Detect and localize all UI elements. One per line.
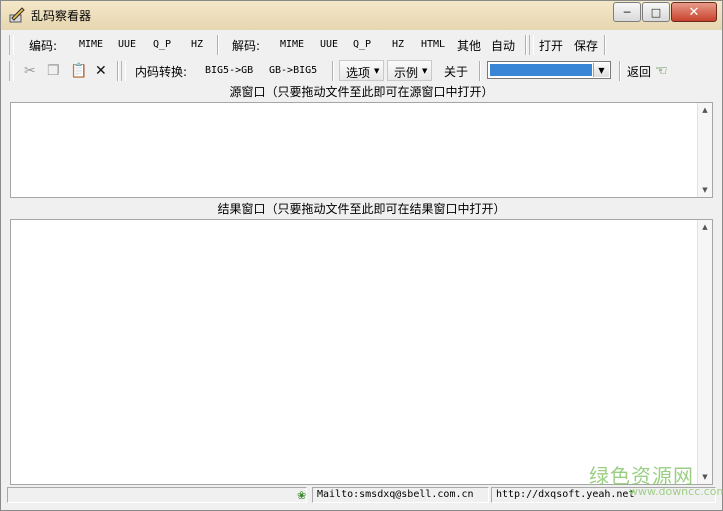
chevron-down-icon[interactable]: ▼ xyxy=(593,63,609,77)
minimize-icon: ─ xyxy=(623,5,631,19)
close-icon: ✕ xyxy=(688,4,700,20)
charset-combobox[interactable]: ▼ xyxy=(487,61,611,79)
encode-toolbar: 编码: MIME UUE Q_P HZ 解码: MIME UUE Q_P HZ … xyxy=(7,32,716,58)
decode-mime-button[interactable]: MIME xyxy=(280,39,304,50)
toolbar-grip[interactable] xyxy=(529,35,534,55)
encode-qp-button[interactable]: Q_P xyxy=(153,39,171,50)
big5-to-gb-button[interactable]: BIG5->GB xyxy=(205,65,253,76)
maximize-button[interactable]: □ xyxy=(642,2,670,22)
examples-dropdown[interactable]: 示例 ▼ xyxy=(387,60,432,81)
decode-uue-button[interactable]: UUE xyxy=(320,39,338,50)
x-icon[interactable]: ✕ xyxy=(95,63,107,79)
toolbar-separator xyxy=(117,61,119,81)
source-scrollbar[interactable]: ▲ ▼ xyxy=(697,103,712,197)
toolbar-grip[interactable] xyxy=(9,61,14,81)
result-pane-header: 结果窗口（只要拖动文件至此即可在结果窗口中打开） xyxy=(217,202,506,216)
status-mail[interactable]: Mailto:smsdxq@sbell.com.cn xyxy=(312,487,489,503)
decode-html-button[interactable]: HTML xyxy=(421,39,445,50)
back-button[interactable]: 返回 xyxy=(627,63,651,80)
paste-icon[interactable]: 📋 xyxy=(70,63,87,79)
toolbar-grip[interactable] xyxy=(121,61,126,81)
app-window: 乱码察看器 ─ □ ✕ 编码: MIME UUE Q_P HZ 解码: MIME… xyxy=(0,0,723,511)
toolbar-separator xyxy=(619,61,621,81)
about-button[interactable]: 关于 xyxy=(444,63,468,80)
maximize-icon: □ xyxy=(650,5,662,19)
save-button[interactable]: 保存 xyxy=(574,37,598,54)
toolbar-grip[interactable] xyxy=(9,35,14,55)
other-button[interactable]: 其他 xyxy=(457,37,481,54)
scroll-up-icon[interactable]: ▲ xyxy=(698,220,712,234)
open-button[interactable]: 打开 xyxy=(539,37,563,54)
examples-label: 示例 xyxy=(394,66,419,80)
chevron-down-icon: ▼ xyxy=(374,67,380,75)
convert-label: 内码转换: xyxy=(135,65,188,79)
close-button[interactable]: ✕ xyxy=(671,2,717,22)
pointing-hand-icon[interactable]: ☜ xyxy=(655,63,668,79)
toolbar-separator xyxy=(217,35,219,55)
encode-hz-button[interactable]: HZ xyxy=(191,39,203,50)
encode-uue-button[interactable]: UUE xyxy=(118,39,136,50)
scroll-down-icon[interactable]: ▼ xyxy=(698,183,712,197)
scroll-down-icon[interactable]: ▼ xyxy=(698,470,712,484)
copy-icon[interactable]: ❐ xyxy=(47,63,60,79)
toolbar-separator xyxy=(525,35,527,55)
title-bar[interactable]: 乱码察看器 ─ □ ✕ xyxy=(1,1,722,30)
decode-qp-button[interactable]: Q_P xyxy=(353,39,371,50)
leaf-icon: ❀ xyxy=(297,489,307,502)
combo-selection xyxy=(490,64,592,76)
toolbar-separator xyxy=(332,61,334,81)
scissors-icon[interactable]: ✂ xyxy=(24,63,36,79)
encode-mime-button[interactable]: MIME xyxy=(79,39,103,50)
app-pencil-icon xyxy=(9,7,25,23)
chevron-down-icon: ▼ xyxy=(422,67,428,75)
result-textarea[interactable]: ▲ ▼ xyxy=(10,219,713,485)
source-textarea[interactable]: ▲ ▼ xyxy=(10,102,713,198)
watermark-site: www.downcc.com xyxy=(629,485,723,498)
options-label: 选项 xyxy=(346,66,371,80)
decode-hz-button[interactable]: HZ xyxy=(392,39,404,50)
result-scrollbar[interactable]: ▲ ▼ xyxy=(697,220,712,484)
decode-label: 解码: xyxy=(232,39,261,53)
toolbar-separator xyxy=(479,61,481,81)
options-dropdown[interactable]: 选项 ▼ xyxy=(339,60,384,81)
convert-toolbar: ✂ ❐ 📋 ✕ 内码转换: BIG5->GB GB->BIG5 选项 ▼ 示例 … xyxy=(7,58,716,84)
toolbar-separator xyxy=(604,35,606,55)
window-title: 乱码察看器 xyxy=(31,9,92,23)
encode-label: 编码: xyxy=(29,39,58,53)
gb-to-big5-button[interactable]: GB->BIG5 xyxy=(269,65,317,76)
scroll-up-icon[interactable]: ▲ xyxy=(698,103,712,117)
auto-button[interactable]: 自动 xyxy=(491,37,515,54)
source-pane-header: 源窗口（只要拖动文件至此即可在源窗口中打开） xyxy=(229,85,494,99)
status-cell-empty xyxy=(7,487,307,503)
minimize-button[interactable]: ─ xyxy=(613,2,641,22)
